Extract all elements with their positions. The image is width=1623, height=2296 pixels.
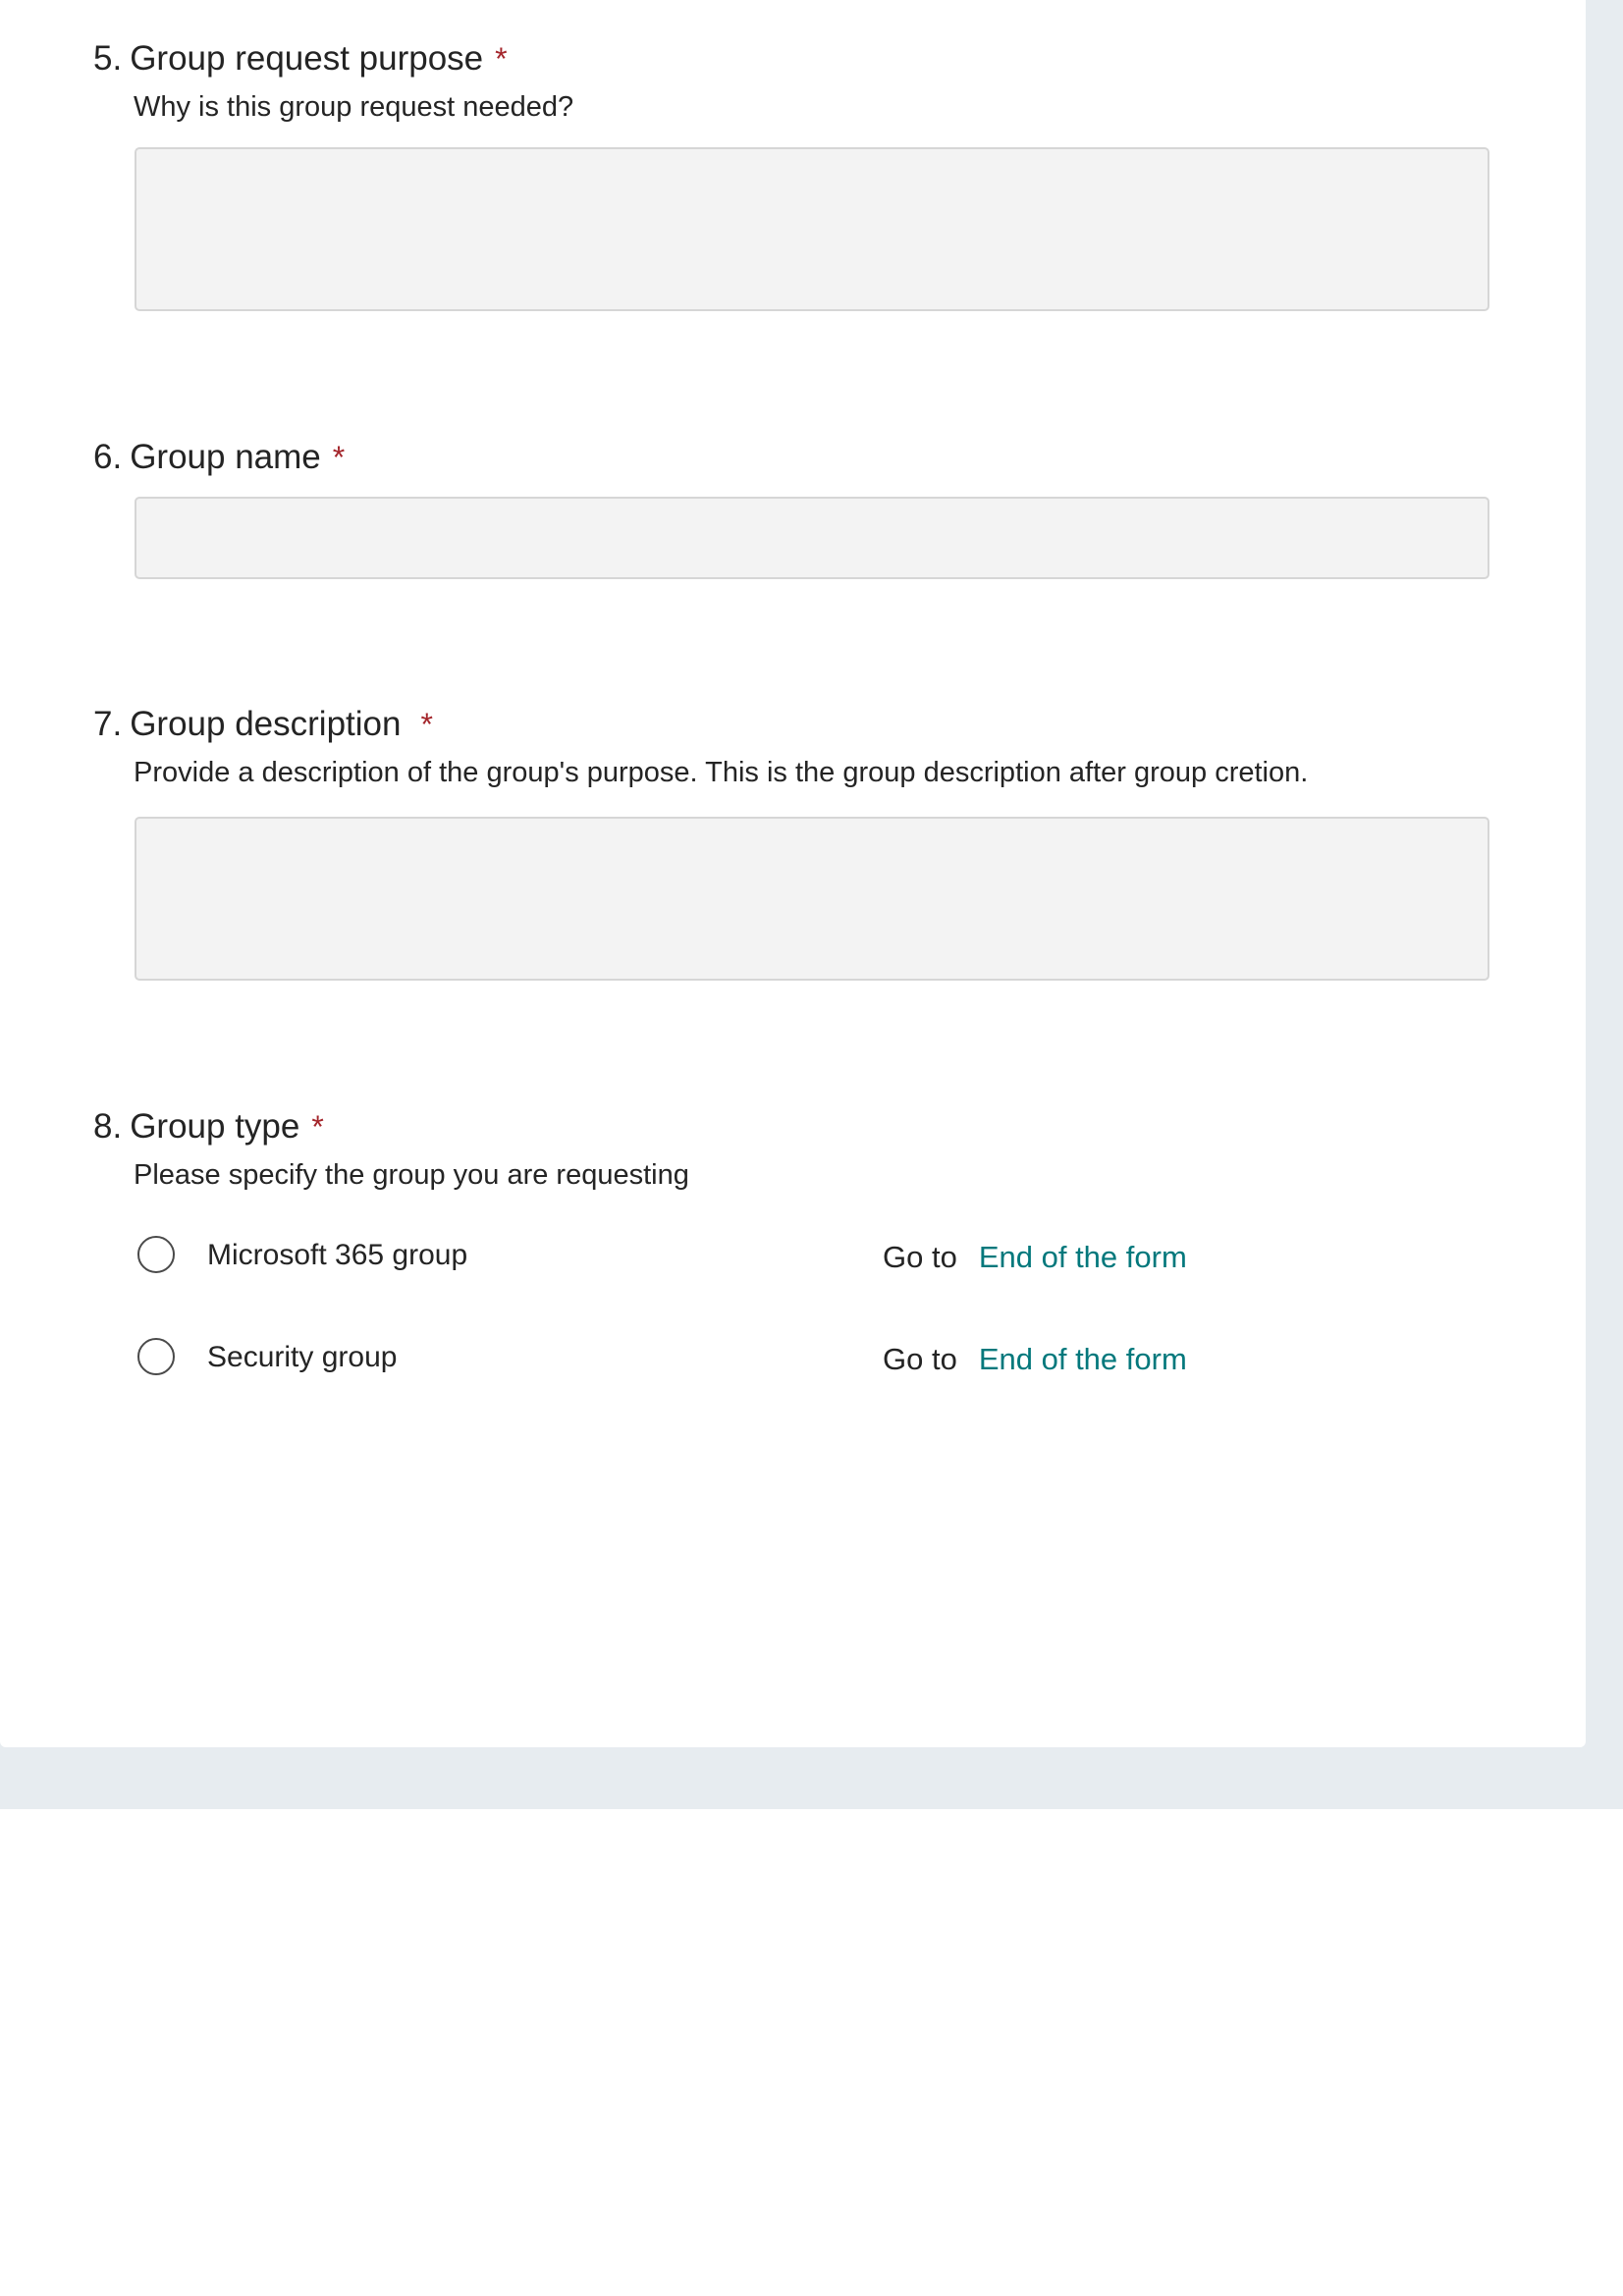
option-label: Microsoft 365 group	[207, 1239, 468, 1271]
question-group-description: 7. Group description * Provide a descripti…	[93, 703, 1497, 791]
question-subtitle: Please specify the group you are request…	[134, 1159, 689, 1191]
goto-label: Go to	[883, 1342, 957, 1376]
question-title-text: Group name	[130, 438, 321, 476]
group-request-purpose-input[interactable]	[135, 147, 1489, 311]
required-asterisk: *	[495, 41, 508, 77]
required-asterisk: *	[332, 440, 346, 475]
option-label: Security group	[207, 1341, 398, 1373]
option-security-group[interactable]: Security group Go to End of the form	[135, 1336, 1215, 1379]
group-description-input[interactable]	[135, 817, 1489, 981]
branch-goto: Go to End of the form	[883, 1236, 1187, 1279]
branch-goto: Go to End of the form	[883, 1338, 1187, 1381]
goto-target-link[interactable]: End of the form	[979, 1240, 1187, 1274]
question-title: 6. Group name *	[93, 436, 1497, 479]
required-asterisk: *	[420, 707, 433, 742]
question-title: 5. Group request purpose *	[93, 37, 1497, 80]
question-title: 7. Group description *	[93, 703, 1497, 746]
group-name-input[interactable]	[135, 497, 1489, 579]
question-group-request-purpose: 5. Group request purpose * Why is this gro…	[93, 37, 1497, 126]
question-number: 8.	[93, 1107, 123, 1146]
question-group-name: 6. Group name *	[93, 436, 1497, 479]
radio-button[interactable]	[137, 1236, 175, 1273]
form-card: 5. Group request purpose * Why is this gro…	[0, 0, 1586, 1747]
required-asterisk: *	[311, 1109, 324, 1145]
question-title-text: Group request purpose	[130, 39, 484, 78]
radio-button[interactable]	[137, 1338, 175, 1375]
question-title: 8. Group type *	[93, 1105, 1497, 1148]
question-title-text: Group description	[130, 705, 402, 743]
option-microsoft-365-group[interactable]: Microsoft 365 group Go to End of the form	[135, 1234, 1215, 1277]
question-number: 5.	[93, 39, 123, 78]
question-number: 7.	[93, 705, 123, 743]
question-group-type: 8. Group type * Please specify the group y…	[93, 1105, 1497, 1194]
goto-target-link[interactable]: End of the form	[979, 1342, 1187, 1376]
goto-label: Go to	[883, 1240, 957, 1274]
question-subtitle: Provide a description of the group's pur…	[134, 757, 1309, 788]
question-number: 6.	[93, 438, 123, 476]
question-title-text: Group type	[130, 1107, 300, 1146]
question-subtitle: Why is this group request needed?	[134, 91, 574, 123]
